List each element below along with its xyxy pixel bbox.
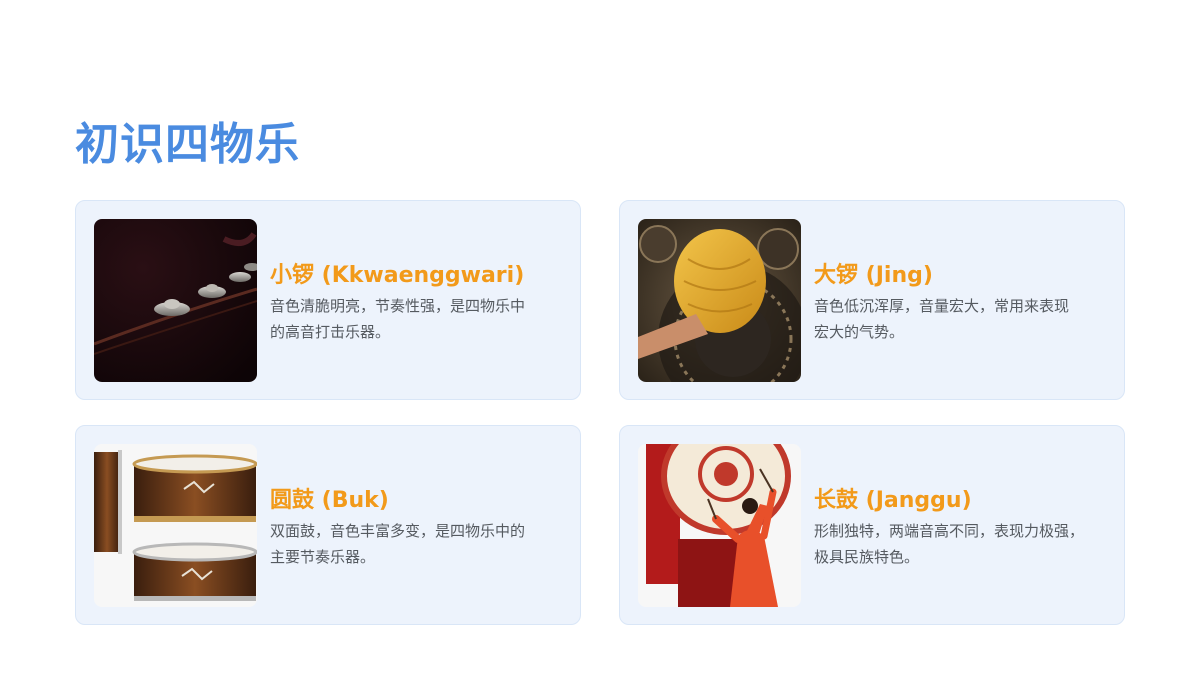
instrument-card-janggu: 长鼓 (Janggu) 形制独特，两端音高不同，表现力极强， 极具民族特色。: [619, 425, 1125, 625]
large-gong-image: [638, 219, 801, 382]
card-title: 大锣 (Jing): [814, 263, 933, 288]
card-description: 双面鼓，音色丰富多变，是四物乐中的 主要节奏乐器。: [270, 522, 526, 566]
instrument-card-kkwaenggwari: 小锣 (Kkwaenggwari) 音色清脆明亮，节奏性强，是四物乐中 的高音打…: [75, 200, 581, 400]
card-title: 长鼓 (Janggu): [814, 488, 972, 513]
card-title: 小锣 (Kkwaenggwari): [270, 263, 525, 288]
card-description: 形制独特，两端音高不同，表现力极强， 极具民族特色。: [814, 522, 1085, 566]
card-description: 音色清脆明亮，节奏性强，是四物乐中 的高音打击乐器。: [270, 297, 526, 341]
page-title: 初识四物乐: [75, 119, 300, 170]
barrel-drum-image: [94, 444, 257, 607]
card-description: 音色低沉浑厚，音量宏大，常用来表现 宏大的气势。: [814, 297, 1070, 341]
instrument-card-buk: 圆鼓 (Buk) 双面鼓，音色丰富多变，是四物乐中的 主要节奏乐器。: [75, 425, 581, 625]
hourglass-drum-image: [638, 444, 801, 607]
instrument-card-jing: 大锣 (Jing) 音色低沉浑厚，音量宏大，常用来表现 宏大的气势。: [619, 200, 1125, 400]
small-gong-image: [94, 219, 257, 382]
card-title: 圆鼓 (Buk): [270, 488, 389, 513]
